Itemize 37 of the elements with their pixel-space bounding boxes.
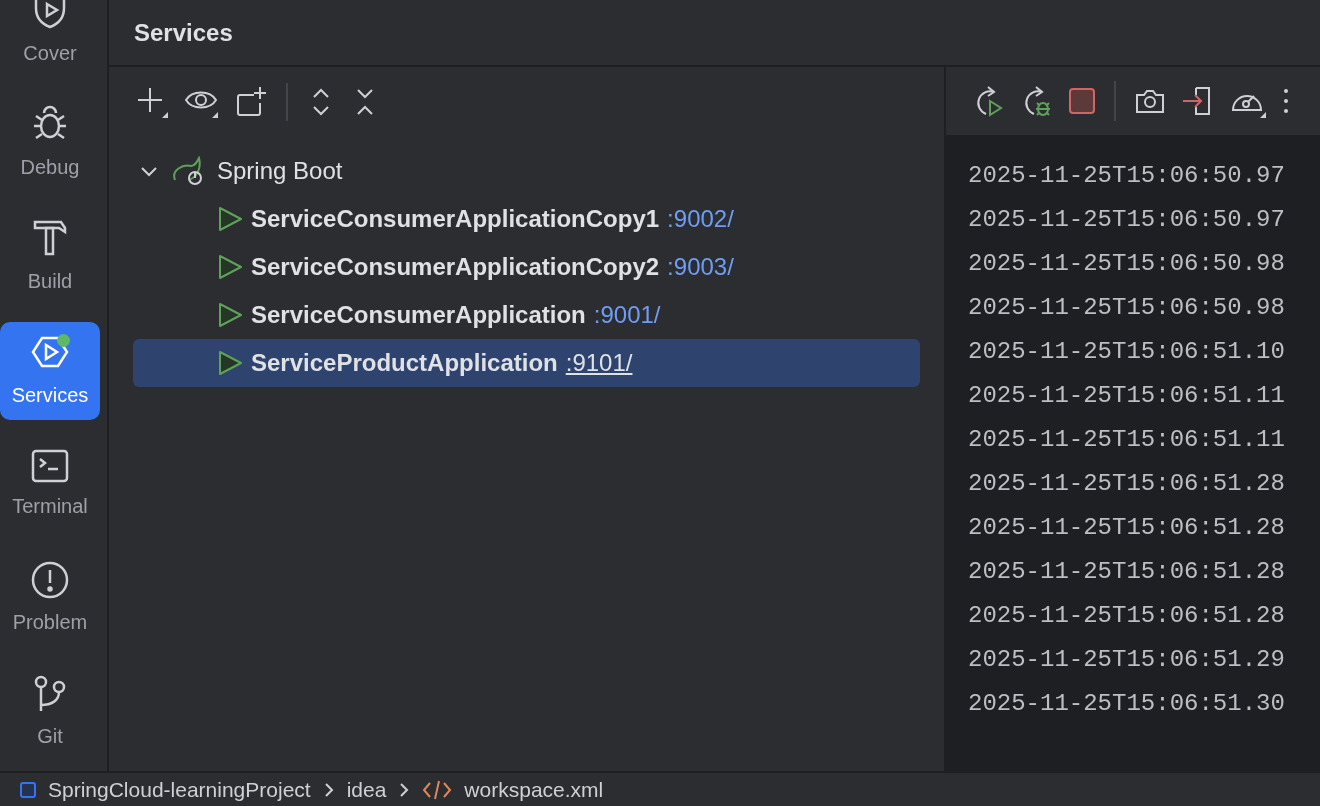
panel-title: Services — [134, 17, 233, 48]
service-row[interactable]: ServiceConsumerApplication :9001/ — [133, 291, 920, 339]
port-link[interactable]: :9003/ — [667, 249, 734, 285]
log-line: 2025-11-25T15:06:50.97 — [968, 161, 1285, 191]
service-row[interactable]: ServiceConsumerApplicationCopy2 :9003/ — [133, 243, 920, 291]
breadcrumb-link[interactable]: workspace.xml — [464, 777, 604, 802]
log-line: 2025-11-25T15:06:50.98 — [968, 249, 1285, 279]
port-link[interactable]: :9101/ — [565, 345, 633, 381]
log-line: 2025-11-25T15:06:50.98 — [968, 293, 1285, 323]
log-line: 2025-11-25T15:06:51.29 — [968, 645, 1285, 675]
service-row[interactable]: ServiceProductApplication :9101/ — [133, 339, 920, 387]
service-name: ServiceProductApplication — [251, 348, 558, 378]
tool-window-button[interactable]: Terminal — [0, 436, 100, 534]
log-line: 2025-11-25T15:06:51.11 — [968, 425, 1285, 455]
log-line: 2025-11-25T15:06:50.97 — [968, 205, 1285, 235]
tool-window-button[interactable]: Debug — [0, 94, 100, 192]
log-line: 2025-11-25T15:06:51.30 — [968, 689, 1285, 719]
service-name: ServiceConsumerApplicationCopy2 — [251, 252, 660, 282]
tree-group-label[interactable]: Spring Boot — [217, 153, 343, 189]
tool-window-button[interactable]: Problem — [0, 550, 100, 648]
tool-window-button[interactable]: Build — [0, 208, 100, 306]
port-link[interactable]: :9002/ — [667, 201, 734, 237]
port-link[interactable]: :9001/ — [593, 297, 661, 333]
tool-window-button[interactable]: Services — [0, 322, 100, 420]
tool-window-button[interactable]: Cover — [0, 0, 100, 78]
log-line: 2025-11-25T15:06:51.10 — [968, 337, 1285, 367]
service-name: ServiceConsumerApplicationCopy1 — [251, 204, 660, 234]
log-line: 2025-11-25T15:06:51.28 — [968, 601, 1285, 631]
service-name: ServiceConsumerApplication — [251, 300, 586, 330]
service-row[interactable]: ServiceConsumerApplicationCopy1 :9002/ — [133, 195, 920, 243]
log-line: 2025-11-25T15:06:51.28 — [968, 469, 1285, 499]
log-line: 2025-11-25T15:06:51.11 — [968, 381, 1285, 411]
log-line: 2025-11-25T15:06:51.28 — [968, 557, 1285, 587]
tool-window-button[interactable]: Git — [0, 664, 100, 762]
breadcrumb-link[interactable]: SpringCloud-learningProject — [48, 777, 311, 802]
log-line: 2025-11-25T15:06:51.28 — [968, 513, 1285, 543]
breadcrumb-link[interactable]: idea — [346, 777, 387, 802]
